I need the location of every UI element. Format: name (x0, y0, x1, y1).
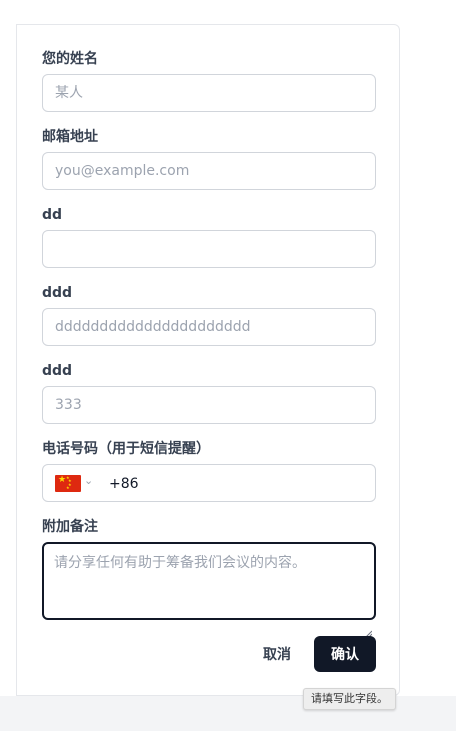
validation-tooltip: 请填写此字段。 (303, 688, 396, 710)
phone-field: ★ ★ ★ ★ ★ ⌄ (42, 464, 376, 503)
phone-input[interactable] (107, 465, 371, 503)
ddd-input-1[interactable] (42, 308, 376, 346)
china-flag-icon[interactable]: ★ ★ ★ ★ ★ (55, 475, 81, 492)
notes-label: 附加备注 (42, 519, 98, 535)
email-input[interactable] (42, 152, 376, 190)
name-input[interactable] (42, 74, 376, 112)
ddd-input-2[interactable] (42, 386, 376, 424)
confirm-button[interactable]: 确认 (314, 636, 376, 672)
name-label: 您的姓名 (42, 51, 98, 67)
notes-textarea[interactable] (42, 542, 376, 620)
dd-label: dd (42, 207, 63, 223)
cancel-button[interactable]: 取消 (249, 637, 305, 671)
dd-input[interactable] (42, 230, 376, 268)
ddd-label-2: ddd (42, 363, 73, 379)
ddd-label-1: ddd (42, 285, 73, 301)
phone-label: 电话号码（用于短信提醒） (42, 441, 210, 457)
chevron-down-icon[interactable]: ⌄ (84, 474, 93, 487)
email-label: 邮箱地址 (42, 129, 98, 145)
booking-form-card: 您的姓名 邮箱地址 dd ddd ddd 电话号码（用于短信提醒） ★ ★ ★ … (16, 24, 400, 696)
